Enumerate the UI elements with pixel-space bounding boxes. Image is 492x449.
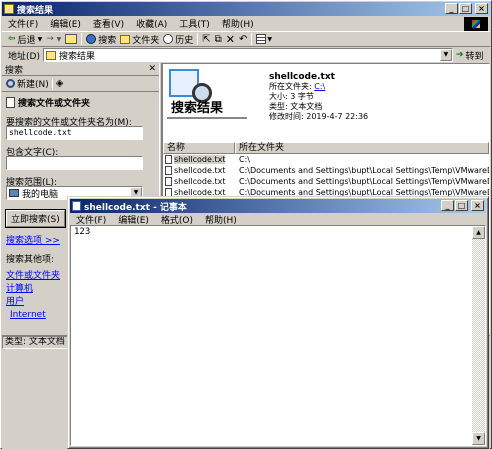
close-button[interactable]: × [475,3,488,14]
back-arrow-icon: ⇦ [8,34,16,44]
move-to-icon[interactable]: ⇱ [202,34,210,45]
notepad-title: shellcode.txt - 记事本 [84,202,187,213]
minimize-button[interactable]: _ [445,3,458,14]
chevron-down-icon: ▼ [37,35,43,43]
name-label: 要搜索的文件或文件夹名为(M): [6,118,132,128]
file-modified: 修改时间: 2019-4-7 22:36 [269,112,369,121]
text-file-icon [165,177,172,186]
back-button[interactable]: ⇦ 后退 ▼ [8,33,42,46]
tag-icon[interactable]: ◈ [56,78,64,89]
address-label: 地址(D) [8,51,40,62]
address-bar: 地址(D) 搜索结果 ▼ ➔ 转到 [2,47,490,63]
up-folder-button[interactable] [65,34,78,44]
undo-icon[interactable]: ↶ [239,34,247,45]
search-folder-icon [4,4,14,14]
search-pane-header: 搜索 ✕ [2,63,159,76]
table-row[interactable]: shellcode.txt C:\Documents and Settings\… [163,165,489,176]
row-folder: C:\Documents and Settings\bupt\Local Set… [239,177,489,186]
notepad-menu-format[interactable]: 格式(O) [161,213,193,226]
section-title: 搜索文件或文件夹 [18,98,91,109]
forward-button[interactable]: → ▼ [46,34,61,44]
file-type: 类型: 文本文档 [269,102,323,111]
menu-file[interactable]: 文件(F) [8,17,38,30]
notepad-menu-help[interactable]: 帮助(H) [205,213,237,226]
notepad-close-button[interactable]: × [471,200,484,211]
banner-title: 搜索结果 [171,101,224,116]
file-location: 所在文件夹: C:\ [269,82,326,91]
notepad-titlebar[interactable]: shellcode.txt - 记事本 _ □ × [70,199,486,213]
notepad-menu-file[interactable]: 文件(F) [76,213,106,226]
column-name[interactable]: 名称 [163,142,235,154]
explorer-titlebar[interactable]: 搜索结果 _ □ × [2,2,490,16]
location-link[interactable]: C:\ [314,82,325,91]
search-now-button[interactable]: 立即搜索(S) [5,209,66,228]
row-name: shellcode.txt [174,166,226,175]
search-results-icon [45,50,56,60]
search-icon [86,34,97,44]
vertical-scrollbar[interactable]: ▲ ▼ [472,226,485,445]
menu-tools[interactable]: 工具(T) [179,17,210,30]
notepad-window: shellcode.txt - 记事本 _ □ × 文件(F) 编辑(E) 格式… [67,196,489,449]
scroll-up-button[interactable]: ▲ [472,226,485,239]
copy-to-icon[interactable]: ⧉ [215,34,222,45]
file-size: 大小: 3 字节 [269,92,314,101]
column-folder[interactable]: 所在文件夹 [235,142,489,154]
go-button[interactable]: ➔ 转到 [456,49,484,62]
search-button[interactable]: 搜索 [86,33,116,46]
explorer-toolbar: ⇦ 后退 ▼ → ▼ 搜索 文件夹 历史 ⇱ ⧉ ✕ ↶ ▼ [2,31,490,47]
views-icon [256,34,267,44]
folders-icon [120,34,131,44]
row-name: shellcode.txt [174,177,226,186]
notepad-menubar: 文件(F) 编辑(E) 格式(O) 帮助(H) [70,213,486,226]
table-row[interactable]: shellcode.txt C:\Documents and Settings\… [163,176,489,187]
notepad-icon [72,201,81,211]
file-name: shellcode.txt [269,72,335,82]
notepad-maximize-button[interactable]: □ [455,200,468,211]
row-folder: C:\ [239,155,250,164]
row-name: shellcode.txt [174,155,226,164]
results-list-header: 名称 所在文件夹 [163,142,489,154]
text-file-icon [165,166,172,175]
document-search-icon [6,96,15,108]
address-input[interactable]: 搜索结果 ▼ [42,48,453,62]
history-icon [163,34,174,44]
folders-button[interactable]: 文件夹 [120,33,159,46]
computer-icon [9,189,19,197]
views-button[interactable]: ▼ [256,34,272,44]
history-button[interactable]: 历史 [163,33,193,46]
chevron-down-icon: ▼ [267,35,273,43]
text-file-icon [165,155,172,164]
windows-logo-icon [464,17,488,31]
menu-favorites[interactable]: 收藏(A) [136,17,167,30]
menu-help[interactable]: 帮助(H) [222,17,254,30]
results-list: shellcode.txt C:\ shellcode.txt C:\Docum… [163,154,489,198]
new-search-button[interactable]: 新建(N) [6,77,49,90]
close-pane-icon[interactable]: ✕ [148,64,156,74]
notepad-menu-edit[interactable]: 编辑(E) [118,213,149,226]
explorer-title: 搜索结果 [17,5,54,16]
contains-input[interactable] [6,156,143,170]
delete-icon[interactable]: ✕ [226,33,235,46]
scroll-down-button[interactable]: ▼ [472,432,485,445]
notepad-editor[interactable]: 123 ▲ ▼ [70,225,486,446]
maximize-button[interactable]: □ [459,3,472,14]
menu-edit[interactable]: 编辑(E) [50,17,81,30]
filename-input[interactable]: shellcode.txt [6,126,143,140]
contains-label: 包含文字(C): [6,148,59,158]
notepad-minimize-button[interactable]: _ [441,200,454,211]
explorer-menubar: 文件(F) 编辑(E) 查看(V) 收藏(A) 工具(T) 帮助(H) [2,16,462,31]
menu-view[interactable]: 查看(V) [93,17,124,30]
status-text: 类型: 文本文档 大小 [2,336,68,349]
go-arrow-icon: ➔ [455,50,464,60]
table-row[interactable]: shellcode.txt C:\ [163,154,489,165]
search-pane-toolbar: 新建(N) ◈ [2,76,159,92]
scope-label: 搜索范围(L): [6,178,58,188]
magnifier-icon [6,79,15,88]
notepad-text: 123 [74,227,91,237]
row-folder: C:\Documents and Settings\bupt\Local Set… [239,166,489,175]
results-banner: 搜索结果 shellcode.txt 所在文件夹: C:\ 大小: 3 字节 类… [163,64,489,142]
address-dropdown-button[interactable]: ▼ [439,49,452,61]
